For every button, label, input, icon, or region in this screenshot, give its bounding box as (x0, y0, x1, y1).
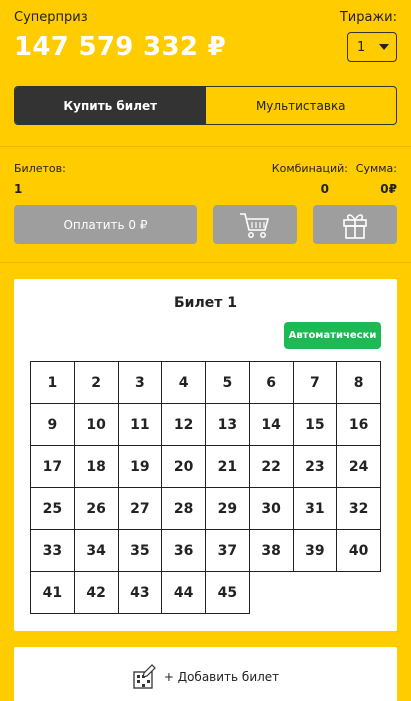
number-cell[interactable]: 8 (336, 361, 381, 404)
number-cell[interactable]: 7 (292, 361, 338, 404)
number-cell[interactable]: 19 (117, 445, 163, 488)
number-cell[interactable]: 17 (30, 445, 75, 488)
combinations-label: Комбинаций: (271, 162, 348, 175)
gift-icon (343, 213, 367, 239)
add-to-cart-button[interactable] (213, 205, 297, 244)
draws-select[interactable]: 1 (347, 32, 397, 62)
number-cell[interactable]: 41 (30, 571, 75, 614)
number-cell[interactable]: 26 (73, 487, 119, 530)
number-cell[interactable]: 18 (73, 445, 119, 488)
sum-value: 0₽ (380, 182, 397, 196)
gift-button[interactable] (313, 205, 397, 244)
draws-selected-value: 1 (357, 39, 366, 55)
pay-button[interactable]: Оплатить 0 ₽ (14, 205, 197, 244)
number-cell[interactable]: 39 (292, 529, 338, 572)
number-cell[interactable]: 31 (292, 487, 338, 530)
chevron-down-icon (379, 44, 389, 50)
number-cell[interactable]: 21 (205, 445, 250, 488)
number-cell[interactable]: 4 (161, 361, 206, 404)
ticket-stats: Билетов: 1 Комбинаций: 0 Сумма: 0₽ (14, 162, 397, 198)
superprize-value: 147 579 332 ₽ (14, 32, 226, 62)
combinations-value: 0 (320, 182, 329, 196)
number-cell[interactable]: 3 (117, 361, 163, 404)
number-cell[interactable]: 14 (248, 403, 294, 446)
number-cell[interactable]: 28 (161, 487, 206, 530)
cart-icon (240, 212, 270, 238)
number-cell[interactable]: 10 (73, 403, 119, 446)
number-cell[interactable]: 13 (205, 403, 250, 446)
tab-buy-ticket[interactable]: Купить билет (15, 87, 206, 124)
auto-pick-button[interactable]: Автоматически (284, 322, 381, 349)
header: Суперприз 147 579 332 ₽ Тиражи: 1 (14, 10, 397, 70)
number-cell[interactable]: 6 (248, 361, 294, 404)
pay-button-label: Оплатить 0 ₽ (63, 217, 148, 232)
draws-label: Тиражи: (339, 10, 397, 25)
auto-pick-label: Автоматически (288, 330, 377, 341)
number-cell[interactable]: 9 (30, 403, 75, 446)
ticket-title: Билет 1 (174, 295, 237, 311)
number-cell[interactable]: 23 (292, 445, 338, 488)
add-ticket-icon (133, 664, 156, 689)
add-ticket-button[interactable]: + Добавить билет (14, 647, 397, 701)
divider (0, 262, 411, 263)
number-cell[interactable]: 35 (117, 529, 163, 572)
number-cell[interactable]: 12 (161, 403, 206, 446)
number-cell[interactable]: 40 (336, 529, 381, 572)
number-cell[interactable]: 20 (161, 445, 206, 488)
number-cell[interactable]: 43 (117, 571, 163, 614)
number-cell[interactable]: 34 (73, 529, 119, 572)
superprize-label: Суперприз (14, 10, 88, 25)
number-cell[interactable]: 32 (336, 487, 381, 530)
number-cell[interactable]: 45 (205, 571, 250, 614)
action-bar: Оплатить 0 ₽ (14, 205, 397, 244)
number-cell[interactable]: 27 (117, 487, 163, 530)
add-ticket-label: + Добавить билет (163, 670, 280, 684)
number-cell[interactable]: 16 (336, 403, 381, 446)
number-cell[interactable]: 30 (248, 487, 294, 530)
number-cell[interactable]: 33 (30, 529, 75, 572)
number-cell[interactable]: 37 (205, 529, 250, 572)
number-cell[interactable]: 38 (248, 529, 294, 572)
divider (0, 146, 411, 147)
tab-multibet[interactable]: Мультиставка (206, 87, 397, 124)
number-cell[interactable]: 24 (336, 445, 381, 488)
number-cell[interactable]: 11 (117, 403, 163, 446)
number-cell[interactable]: 1 (30, 361, 75, 404)
number-cell[interactable]: 25 (30, 487, 75, 530)
number-cell[interactable]: 44 (161, 571, 206, 614)
tickets-value: 1 (14, 182, 23, 196)
ticket-card: Билет 1 Автоматически 1 2 3 4 5 6 7 8 9 10 11 12 13 1… (14, 279, 397, 631)
sum-label: Сумма: (355, 162, 397, 175)
number-cell[interactable]: 15 (292, 403, 338, 446)
number-cell[interactable]: 36 (161, 529, 206, 572)
number-cell[interactable]: 22 (248, 445, 294, 488)
number-cell[interactable]: 29 (205, 487, 250, 530)
number-cell[interactable]: 42 (73, 571, 119, 614)
tickets-label: Билетов: (14, 162, 66, 175)
number-cell[interactable]: 5 (205, 361, 250, 404)
purchase-tabs: Купить билет Мультиставка (14, 86, 397, 125)
number-cell[interactable]: 2 (73, 361, 119, 404)
